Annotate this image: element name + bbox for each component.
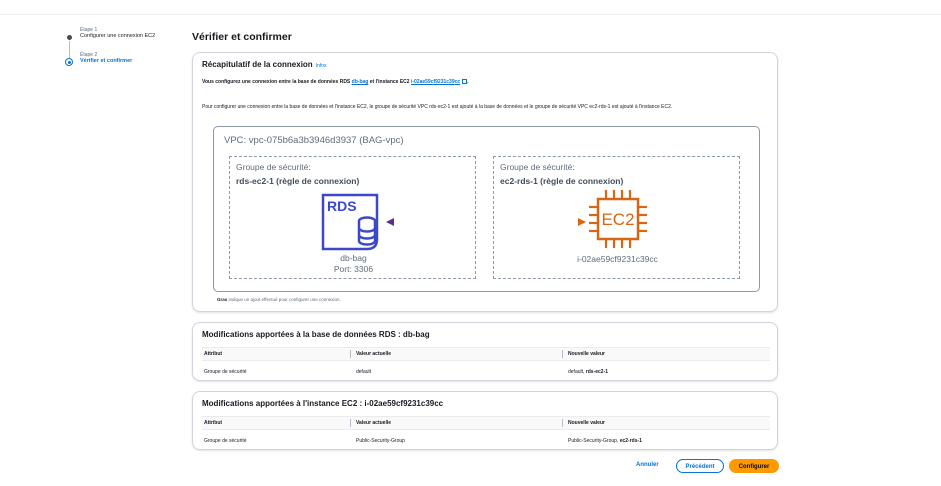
ec2-icon: EC2 — [589, 190, 647, 248]
instance-link[interactable]: i-02ae59cf9231c39cc — [411, 79, 460, 85]
rds-mods-table: Attribut Valeur actuelle Nouvelle valeur… — [202, 347, 770, 382]
cell-new-bold: ec2-rds-1 — [619, 437, 642, 444]
column-separator — [562, 419, 563, 427]
connection-summary-card: Récapitulatif de la connexion Infos Vous … — [192, 52, 778, 312]
info-link[interactable]: Infos — [316, 63, 327, 69]
step-1[interactable]: Étape 1 Configurer une connexion EC2 — [64, 27, 179, 59]
connection-diagram: VPC: vpc-075b6a3b3946d3937 (BAG-vpc) Gro… — [213, 126, 760, 292]
cell-attribute: Groupe de sécurité — [204, 368, 247, 375]
summary-card-header: Récapitulatif de la connexion Infos — [202, 60, 327, 69]
rds-icon: RDS — [321, 193, 379, 251]
security-group-ec2-name: ec2-rds-1 (règle de connexion) — [500, 176, 624, 186]
column-separator — [350, 350, 351, 358]
cancel-button[interactable]: Annuler — [636, 462, 659, 468]
security-group-rds-name: rds-ec2-1 (règle de connexion) — [236, 176, 360, 186]
rds-resource: db-bag Port: 3306 — [230, 253, 477, 275]
security-group-rds-title: Groupe de sécurité: — [236, 162, 311, 172]
security-group-ec2-title: Groupe de sécurité: — [500, 162, 575, 172]
ec2-resource-name: i-02ae59cf9231c39cc — [577, 254, 658, 264]
step-2-label: Vérifier et confirmer — [80, 58, 133, 64]
step-2-current-indicator — [65, 58, 73, 66]
ec2-mods-title: Modifications apportées à l'instance EC2… — [202, 399, 444, 408]
cell-attribute: Groupe de sécurité — [204, 437, 247, 444]
top-divider — [0, 14, 941, 15]
ec2-mods-table: Attribut Valeur actuelle Nouvelle valeur… — [202, 416, 770, 451]
col-attribute: Attribut — [202, 347, 354, 361]
previous-button[interactable]: Précédent — [676, 459, 724, 473]
vpc-label: VPC: vpc-075b6a3b3946d3937 (BAG-vpc) — [224, 135, 404, 146]
col-new-value-label: Nouvelle valeur — [568, 420, 605, 426]
cell-new-plain: Public-Security-Group, — [568, 437, 619, 444]
db-link[interactable]: db-bag — [352, 79, 369, 85]
cell-new-plain: default, — [568, 368, 585, 375]
cell-new: Public-Security-Group, ec2-rds-1 — [566, 430, 770, 452]
summary-card-title: Récapitulatif de la connexion — [202, 60, 313, 69]
summary-middle: et l'instance EC2 — [369, 79, 410, 85]
connection-arrow — [386, 218, 586, 226]
ec2-modifications-card: Modifications apportées à l'instance EC2… — [192, 391, 778, 450]
col-new-value: Nouvelle valeur — [562, 347, 770, 361]
col-current-value: Valeur actuelle — [350, 416, 566, 430]
col-current-value: Valeur actuelle — [350, 347, 566, 361]
table-row: Groupe de sécurité Public-Security-Group… — [202, 430, 770, 452]
configure-button[interactable]: Configurer — [729, 459, 779, 473]
col-attribute: Attribut — [202, 416, 354, 430]
table-row: Groupe de sécurité default default, rds-… — [202, 361, 770, 383]
table-header-row: Attribut Valeur actuelle Nouvelle valeur — [202, 416, 770, 430]
rds-mods-title: Modifications apportées à la base de don… — [202, 330, 430, 339]
cell-new: default, rds-ec2-1 — [566, 361, 770, 383]
table-header-row: Attribut Valeur actuelle Nouvelle valeur — [202, 347, 770, 361]
rds-port: Port: 3306 — [333, 264, 374, 274]
external-link-icon[interactable] — [462, 79, 468, 84]
rds-resource-name: db-bag — [340, 253, 367, 263]
column-separator — [350, 419, 351, 427]
step-1-label: Configurer une connexion EC2 — [80, 33, 156, 39]
column-separator — [562, 350, 563, 358]
step-1-indicator — [67, 35, 72, 40]
step-2: Étape 2 Vérifier et confirmer — [64, 52, 179, 66]
footnote-bold: Gras — [217, 297, 228, 302]
cell-current: default — [356, 368, 372, 375]
wizard-steps: Étape 1 Configurer une connexion EC2 Éta… — [64, 27, 179, 66]
bold-footnote: Gras indique un ajout effectué pour conf… — [217, 297, 341, 302]
cell-current: Public-Security-Group — [356, 437, 405, 444]
col-current-value-label: Valeur actuelle — [356, 351, 392, 357]
col-current-value-label: Valeur actuelle — [356, 420, 392, 426]
summary-period: . — [467, 79, 469, 85]
page-title: Vérifier et confirmer — [192, 31, 292, 43]
rds-icon-text: RDS — [327, 198, 357, 214]
cell-new-bold: rds-ec2-1 — [585, 368, 609, 375]
summary-prefix: Vous configurez une connexion entre la b… — [202, 79, 351, 85]
footnote-text: indique un ajout effectué pour configure… — [228, 297, 341, 302]
summary-description: Pour configurer une connexion entre la b… — [202, 104, 673, 110]
summary-text: Vous configurez une connexion entre la b… — [202, 78, 469, 85]
ec2-icon-text: EC2 — [601, 210, 634, 229]
col-new-value: Nouvelle valeur — [562, 416, 770, 430]
rds-modifications-card: Modifications apportées à la base de don… — [192, 322, 778, 381]
col-new-value-label: Nouvelle valeur — [568, 351, 605, 357]
